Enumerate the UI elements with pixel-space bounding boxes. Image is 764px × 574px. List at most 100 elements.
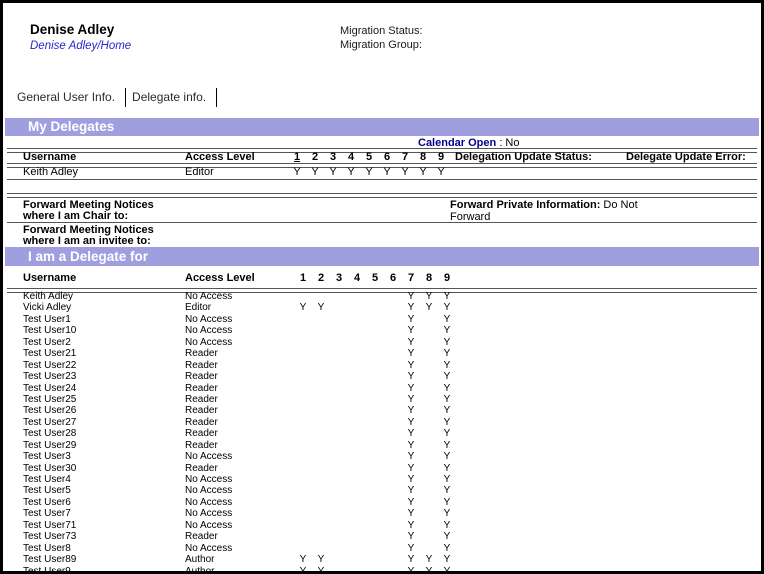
row-username: Test User4: [23, 474, 71, 485]
mark-cell: Y: [402, 554, 420, 565]
row-username: Test User3: [23, 451, 71, 462]
delegate-info-page: Denise Adley Denise Adley/Home Migration…: [0, 0, 764, 574]
number-column-header: 8: [414, 152, 432, 163]
mark-cell: [312, 337, 330, 348]
tab-general-user-info[interactable]: General User Info.: [14, 88, 122, 106]
number-column-header: 7: [402, 273, 420, 284]
mark-cell: [294, 314, 312, 325]
mark-cell: [420, 394, 438, 405]
row-access-level: Editor: [185, 302, 211, 313]
row-permission-marks: YY: [294, 314, 456, 325]
mark-cell: Y: [438, 348, 456, 359]
mark-cell: [330, 463, 348, 474]
mark-cell: Y: [420, 554, 438, 565]
row-permission-marks: YY: [294, 405, 456, 416]
row-username: Test User23: [23, 371, 76, 382]
mark-cell: Y: [438, 428, 456, 439]
mark-cell: [366, 394, 384, 405]
mark-cell: [384, 302, 402, 313]
mark-cell: Y: [432, 166, 450, 179]
mark-cell: [330, 474, 348, 485]
table-row: Test User71No AccessYY: [3, 520, 761, 531]
row-permission-marks: YY: [294, 337, 456, 348]
table-row: Test User1No AccessYY: [3, 314, 761, 325]
row-username: Test User6: [23, 497, 71, 508]
mark-cell: [294, 451, 312, 462]
mark-cell: Y: [438, 394, 456, 405]
mark-cell: [312, 463, 330, 474]
mark-cell: [312, 451, 330, 462]
table-row: Test User5No AccessYY: [3, 485, 761, 496]
mark-cell: [384, 520, 402, 531]
mark-cell: [294, 440, 312, 451]
mark-cell: Y: [360, 166, 378, 179]
row-permission-marks: YY: [294, 485, 456, 496]
mark-cell: [294, 497, 312, 508]
delegate-for-rows: Keith AdleyNo AccessYYYVicki Adley Editor…: [3, 291, 761, 571]
number-column-header: 4: [348, 273, 366, 284]
mark-cell: [384, 566, 402, 572]
mark-cell: [330, 428, 348, 439]
mark-cell: Y: [294, 302, 312, 313]
row-username: Vicki Adley: [23, 302, 71, 313]
row-username: Test User27: [23, 417, 76, 428]
mark-cell: Y: [378, 166, 396, 179]
mark-cell: [384, 314, 402, 325]
number-column-headers: 123456789: [294, 273, 456, 284]
mark-cell: [294, 360, 312, 371]
table-row: Keith AdleyEditorYYYYYYYYY: [3, 166, 761, 179]
mark-cell: [366, 451, 384, 462]
divider: [7, 193, 757, 198]
row-permission-marks: YY: [294, 474, 456, 485]
mark-cell: [312, 405, 330, 416]
mark-cell: [366, 383, 384, 394]
mark-cell: Y: [438, 337, 456, 348]
mark-cell: [330, 348, 348, 359]
mark-cell: [420, 314, 438, 325]
mark-cell: Y: [294, 554, 312, 565]
row-permission-marks: YY: [294, 325, 456, 336]
number-column-header: 7: [396, 152, 414, 163]
table-row: Keith AdleyNo AccessYYY: [3, 291, 761, 302]
table-row: Test User73ReaderYY: [3, 531, 761, 542]
tab-bar: General User Info. Delegate info.: [14, 87, 220, 107]
migration-group-row: Migration Group:: [340, 39, 422, 51]
mark-cell: Y: [414, 166, 432, 179]
mark-cell: [312, 325, 330, 336]
forward-invitee-label: Forward Meeting Notices where I am an in…: [23, 225, 154, 248]
row-access-level: Reader: [185, 348, 218, 359]
mark-cell: Y: [438, 314, 456, 325]
mark-cell: [330, 508, 348, 519]
mark-cell: [420, 360, 438, 371]
mark-cell: [312, 383, 330, 394]
mark-cell: [348, 508, 366, 519]
mark-cell: [312, 348, 330, 359]
table-row: Test User9AuthorYYYYY: [3, 566, 761, 572]
mark-cell: [420, 474, 438, 485]
mark-cell: [366, 463, 384, 474]
mark-cell: [420, 543, 438, 554]
mark-cell: Y: [402, 337, 420, 348]
mark-cell: [384, 474, 402, 485]
mark-cell: [348, 497, 366, 508]
row-username: Test User89: [23, 554, 76, 565]
mark-cell: [366, 554, 384, 565]
row-permission-marks: YYYYYYYYY: [288, 166, 450, 179]
mark-cell: Y: [438, 543, 456, 554]
table-row: Test User26ReaderYY: [3, 405, 761, 416]
table-row: Vicki AdleyEditorYYYYY: [3, 302, 761, 313]
row-access-level: Reader: [185, 371, 218, 382]
user-home-link[interactable]: Denise Adley/Home: [30, 40, 131, 52]
mark-cell: Y: [402, 348, 420, 359]
row-access-level: Reader: [185, 428, 218, 439]
mark-cell: [420, 417, 438, 428]
mark-cell: Y: [306, 166, 324, 179]
tab-delegate-info[interactable]: Delegate info.: [129, 88, 213, 106]
number-column-header: 4: [342, 152, 360, 163]
row-username: Test User21: [23, 348, 76, 359]
mark-cell: [294, 531, 312, 542]
row-username: Test User29: [23, 440, 76, 451]
mark-cell: [420, 325, 438, 336]
column-header-access-level: Access Level: [185, 273, 255, 284]
mark-cell: [294, 543, 312, 554]
